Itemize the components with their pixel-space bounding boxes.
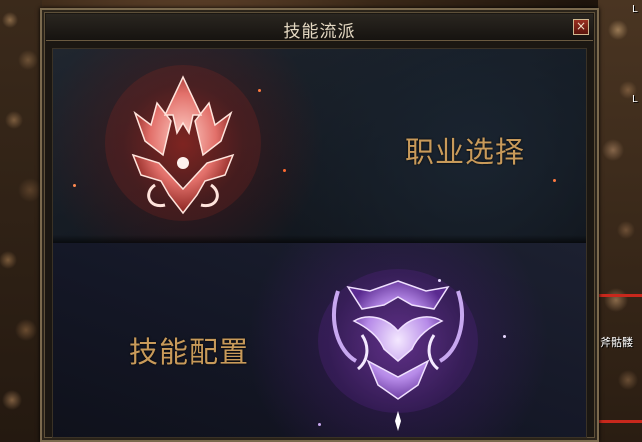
class-selection-panel[interactable]: 职业选择: [53, 49, 586, 243]
edge-text: L: [632, 94, 638, 105]
ember-particle: [283, 169, 286, 172]
title-bar[interactable]: 技能流派 ×: [46, 14, 593, 42]
skill-config-panel[interactable]: 技能配置: [53, 243, 586, 437]
monster-hp-bar: [598, 420, 642, 423]
ember-particle: [73, 184, 76, 187]
dialog-content: 职业选择 技能配置: [52, 48, 587, 438]
skill-config-label: 技能配置: [129, 335, 250, 369]
sparkle-particle: [438, 279, 441, 282]
purple-crest-icon: [318, 269, 478, 431]
close-icon: ×: [575, 19, 587, 33]
monster-name-label[interactable]: 斧骷髅: [600, 334, 633, 350]
monster-hp-bar: [598, 294, 642, 297]
game-world-right: [598, 0, 642, 442]
dialog-title: 技能流派: [283, 22, 356, 42]
sparkle-particle: [503, 335, 506, 338]
game-world-left: [0, 0, 42, 442]
ember-particle: [553, 179, 556, 182]
close-button[interactable]: ×: [573, 19, 589, 35]
red-crest-icon: [105, 65, 261, 221]
skill-school-dialog: 技能流派 × 职业选择 技能配置: [40, 8, 599, 442]
ember-particle: [258, 89, 261, 92]
sparkle-particle: [318, 423, 321, 426]
class-selection-label: 职业选择: [405, 135, 526, 169]
edge-text: L: [632, 4, 638, 15]
